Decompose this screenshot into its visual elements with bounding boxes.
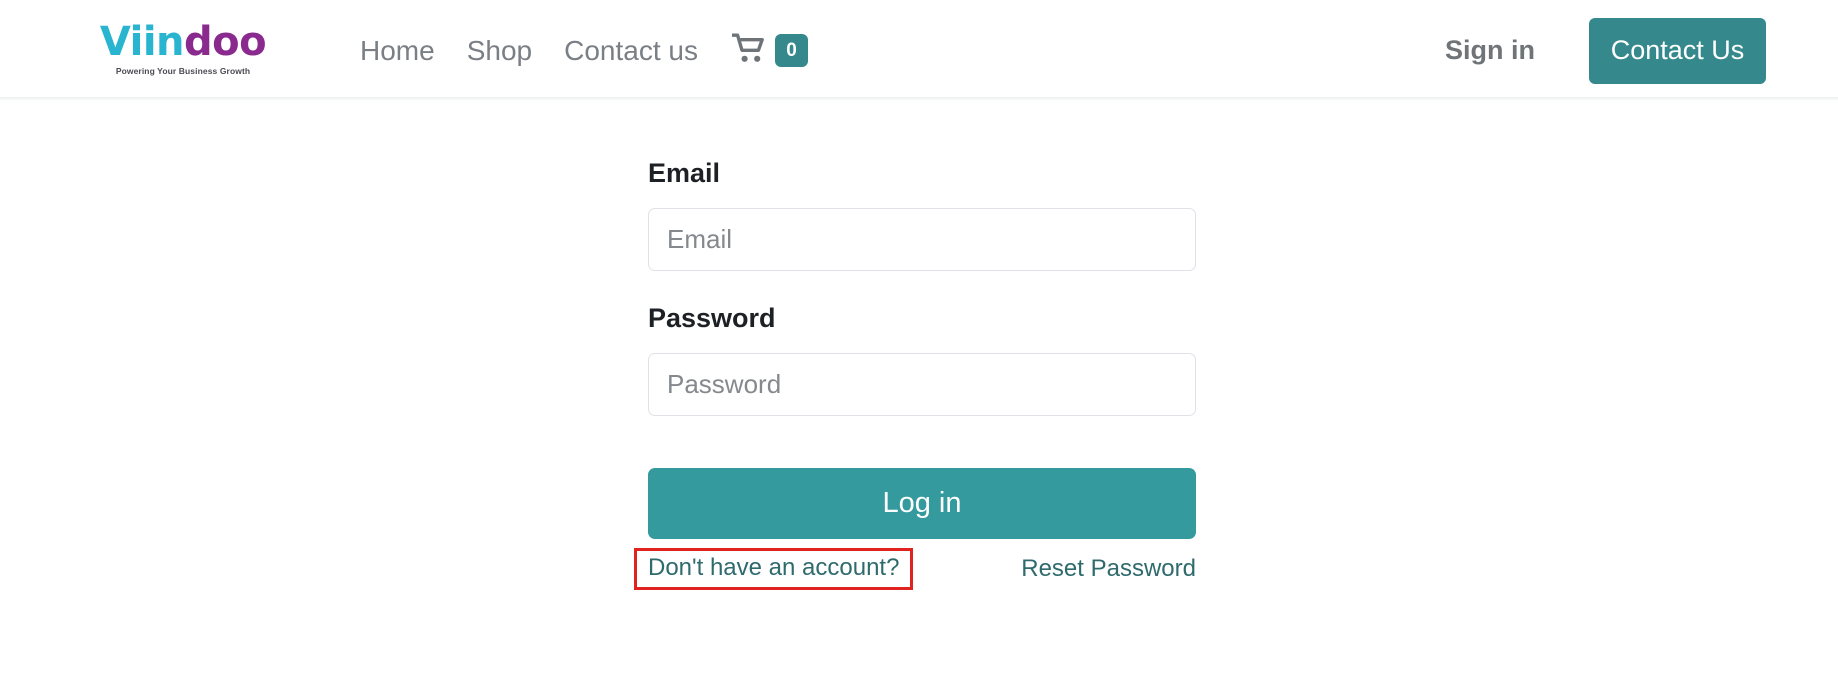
shopping-cart-icon — [730, 33, 766, 68]
nav-item-home[interactable]: Home — [344, 36, 451, 65]
password-field-group: Password — [648, 305, 1196, 416]
brand-wordmark: Viindoo — [99, 19, 267, 65]
brand-wordmark-part-2: doo — [184, 19, 267, 65]
signup-link-highlight-annotation: Don't have an account? — [634, 548, 914, 590]
brand-wordmark-part-1: Viin — [99, 19, 185, 65]
log-in-button[interactable]: Log in — [648, 468, 1196, 539]
main-navigation: Home Shop Contact us — [344, 0, 714, 101]
password-input[interactable] — [648, 353, 1196, 416]
nav-item-shop[interactable]: Shop — [451, 36, 548, 65]
sign-in-link[interactable]: Sign in — [1413, 37, 1567, 64]
page-main: Email Password Log in Don't have an acco… — [0, 101, 1838, 694]
site-header: Viindoo Powering Your Business Growth Ho… — [0, 0, 1838, 101]
cart-button[interactable]: 0 — [722, 0, 818, 101]
reset-password-link[interactable]: Reset Password — [1021, 557, 1196, 581]
signup-link[interactable]: Don't have an account? — [648, 556, 899, 580]
password-label: Password — [648, 303, 776, 333]
form-links: Don't have an account? Reset Password — [634, 548, 1196, 590]
brand-tagline: Powering Your Business Growth — [115, 66, 251, 76]
cart-count-badge: 0 — [775, 34, 808, 67]
email-label: Email — [648, 158, 721, 188]
email-field-group: Email — [648, 160, 1196, 271]
email-input[interactable] — [648, 208, 1196, 271]
nav-item-contact-us[interactable]: Contact us — [548, 36, 714, 65]
header-actions: Sign in Contact Us — [1413, 0, 1766, 101]
login-form: Email Password Log in Don't have an acco… — [634, 160, 1196, 590]
brand-logo[interactable]: Viindoo Powering Your Business Growth — [100, 16, 267, 82]
contact-us-button[interactable]: Contact Us — [1589, 17, 1766, 84]
